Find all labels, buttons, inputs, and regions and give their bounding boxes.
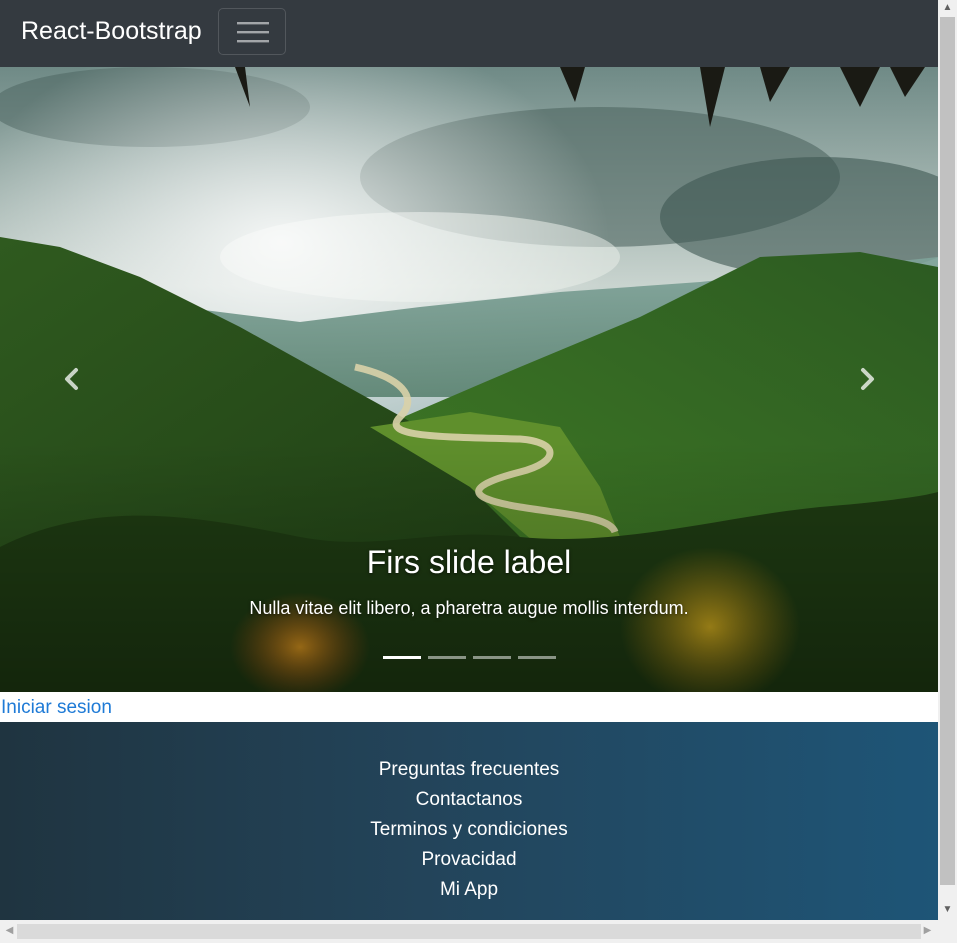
vertical-scrollbar[interactable]: ▲ ▼ bbox=[938, 0, 957, 920]
chevron-right-icon bbox=[861, 368, 874, 390]
horizontal-scrollbar[interactable]: ◀ ▶ bbox=[0, 920, 938, 943]
footer-link-app[interactable]: Mi App bbox=[0, 875, 938, 905]
footer-link-terms[interactable]: Terminos y condiciones bbox=[0, 815, 938, 845]
carousel-indicator-3[interactable] bbox=[473, 656, 511, 659]
carousel-indicator-4[interactable] bbox=[518, 656, 556, 659]
carousel-indicator-2[interactable] bbox=[428, 656, 466, 659]
footer: Preguntas frecuentes Contactanos Termino… bbox=[0, 722, 938, 920]
hamburger-icon bbox=[237, 22, 269, 43]
carousel-prev-button[interactable] bbox=[52, 357, 92, 401]
scroll-up-arrow-icon[interactable]: ▲ bbox=[942, 2, 953, 13]
footer-links: Preguntas frecuentes Contactanos Termino… bbox=[0, 755, 938, 905]
scroll-left-arrow-icon[interactable]: ◀ bbox=[4, 925, 15, 936]
navbar-brand[interactable]: React-Bootstrap bbox=[21, 14, 202, 48]
navbar-toggler-button[interactable] bbox=[218, 8, 286, 55]
scroll-down-arrow-icon[interactable]: ▼ bbox=[942, 904, 953, 915]
footer-link-faq[interactable]: Preguntas frecuentes bbox=[0, 755, 938, 785]
carousel-indicator-1[interactable] bbox=[383, 656, 421, 659]
footer-link-privacy[interactable]: Provacidad bbox=[0, 845, 938, 875]
navbar: React-Bootstrap bbox=[0, 0, 938, 67]
scrollbar-corner bbox=[938, 920, 957, 943]
login-link[interactable]: Iniciar sesion bbox=[1, 695, 112, 721]
page-viewport: React-Bootstrap Firs slide label Nulla v… bbox=[0, 0, 938, 920]
footer-link-contact[interactable]: Contactanos bbox=[0, 785, 938, 815]
scroll-right-arrow-icon[interactable]: ▶ bbox=[922, 925, 933, 936]
carousel-next-button[interactable] bbox=[847, 357, 887, 401]
chevron-left-icon bbox=[65, 368, 78, 390]
carousel: Firs slide label Nulla vitae elit libero… bbox=[0, 67, 938, 692]
slide-title: Firs slide label bbox=[366, 544, 572, 580]
slide-description: Nulla vitae elit libero, a pharetra augu… bbox=[249, 598, 689, 618]
carousel-indicators bbox=[383, 656, 556, 659]
vertical-scrollbar-thumb[interactable] bbox=[940, 17, 955, 885]
horizontal-scrollbar-thumb[interactable] bbox=[17, 924, 921, 939]
